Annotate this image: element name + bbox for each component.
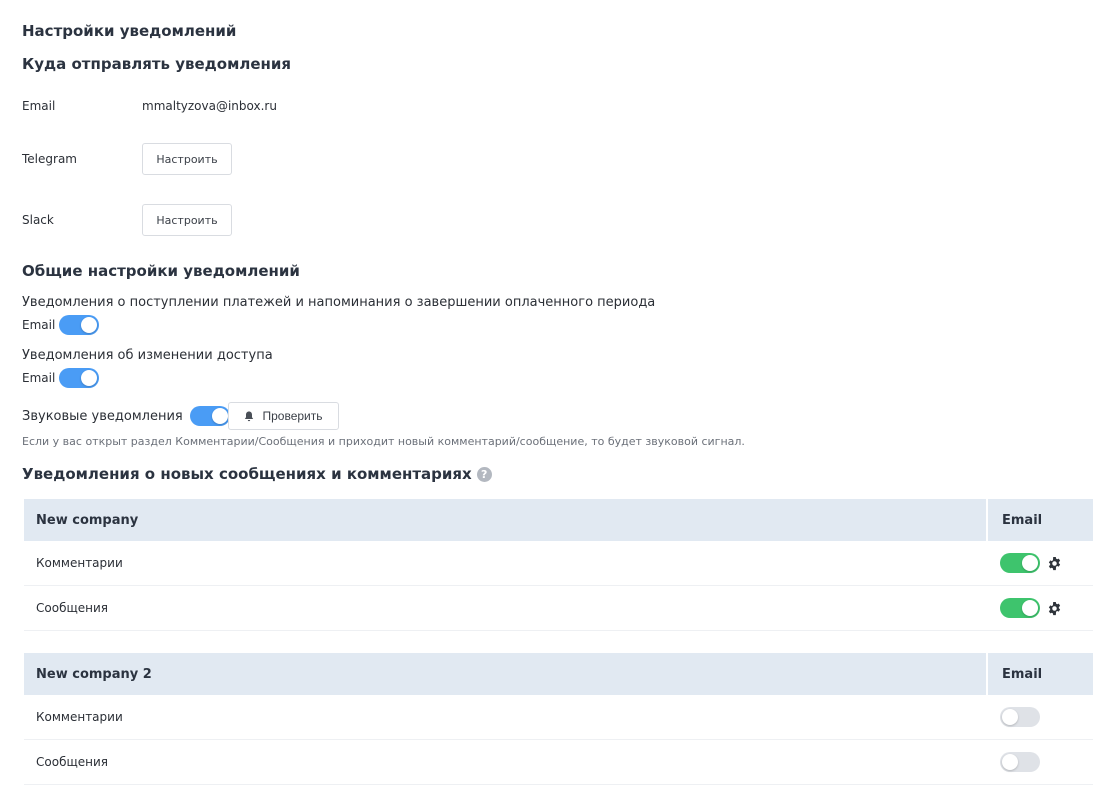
page-title: Настройки уведомлений bbox=[22, 22, 237, 40]
access-email-toggle[interactable] bbox=[59, 368, 100, 388]
access-text: Уведомления об изменении доступа bbox=[22, 348, 273, 363]
channel-column-header: Email bbox=[1002, 666, 1043, 682]
messages-email-toggle[interactable] bbox=[1000, 598, 1040, 618]
messages-title-text: Уведомления о новых сообщениях и коммент… bbox=[22, 465, 472, 483]
telegram-label: Telegram bbox=[22, 152, 77, 166]
company-table: New company 2 Email Комментарии Сообщени… bbox=[24, 653, 1093, 785]
check-sound-button[interactable]: Проверить bbox=[228, 402, 339, 430]
row-label: Сообщения bbox=[36, 601, 109, 615]
help-icon[interactable]: ? bbox=[476, 467, 492, 482]
payments-channel-label: Email bbox=[22, 318, 56, 332]
gear-icon[interactable] bbox=[1047, 601, 1062, 616]
row-label: Комментарии bbox=[36, 556, 123, 570]
telegram-setup-button[interactable]: Настроить bbox=[142, 143, 232, 175]
table-row: Комментарии bbox=[24, 695, 1093, 740]
access-channel-label: Email bbox=[22, 371, 56, 385]
messages-email-toggle[interactable] bbox=[1000, 752, 1040, 772]
sound-label: Звуковые уведомления bbox=[22, 408, 183, 424]
payments-row: Email bbox=[22, 315, 100, 335]
email-label: Email bbox=[22, 99, 56, 113]
sound-note: Если у вас открыт раздел Комментарии/Соо… bbox=[22, 435, 745, 448]
company-table: New company Email Комментарии Сообщения bbox=[24, 499, 1093, 631]
sound-row: Звуковые уведомления bbox=[22, 406, 230, 426]
destinations-title: Куда отправлять уведомления bbox=[22, 55, 292, 73]
check-sound-label: Проверить bbox=[262, 409, 323, 423]
table-row: Сообщения bbox=[24, 740, 1093, 785]
sound-toggle[interactable] bbox=[189, 406, 230, 426]
bell-icon bbox=[245, 411, 254, 421]
company-name: New company 2 bbox=[36, 666, 152, 682]
row-label: Сообщения bbox=[36, 755, 109, 769]
comments-email-toggle[interactable] bbox=[1000, 707, 1040, 727]
company-table-header: New company 2 Email bbox=[24, 653, 1093, 695]
row-label: Комментарии bbox=[36, 710, 123, 724]
slack-label: Slack bbox=[22, 213, 54, 227]
table-row: Сообщения bbox=[24, 586, 1093, 631]
payments-email-toggle[interactable] bbox=[59, 315, 100, 335]
messages-title: Уведомления о новых сообщениях и коммент… bbox=[22, 465, 492, 483]
table-row: Комментарии bbox=[24, 541, 1093, 586]
general-title: Общие настройки уведомлений bbox=[22, 262, 300, 280]
access-row: Email bbox=[22, 368, 100, 388]
company-name: New company bbox=[36, 512, 139, 528]
payments-text: Уведомления о поступлении платежей и нап… bbox=[22, 295, 656, 310]
email-value: mmaltyzova@inbox.ru bbox=[142, 99, 277, 113]
channel-column-header: Email bbox=[1002, 512, 1043, 528]
comments-email-toggle[interactable] bbox=[1000, 553, 1040, 573]
gear-icon[interactable] bbox=[1047, 556, 1062, 571]
company-table-header: New company Email bbox=[24, 499, 1093, 541]
slack-setup-button[interactable]: Настроить bbox=[142, 204, 232, 236]
